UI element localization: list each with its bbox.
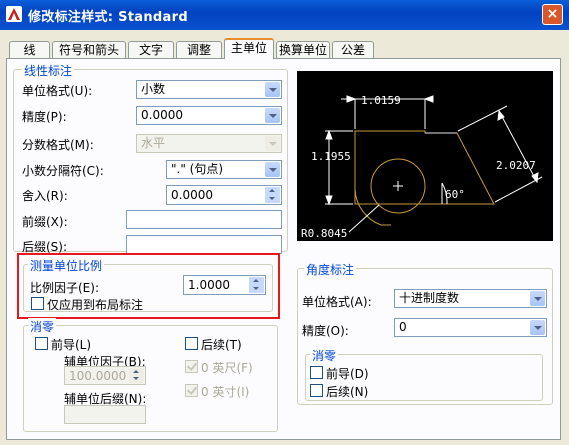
trailing-zero-label: 后续(T)	[201, 338, 242, 352]
preview-fillet	[354, 188, 391, 226]
sub-unit-factor-spinner: 100.0000	[64, 366, 146, 385]
dimension-preview: 1.0159 1.1955 2.0207 60° R0.8045	[297, 71, 553, 241]
chevron-down-icon	[265, 162, 280, 177]
suffix-input[interactable]	[126, 235, 282, 254]
title-bar: 修改标注样式: Standard ×	[0, 0, 569, 30]
chevron-down-icon	[530, 291, 545, 306]
zero-feet-checkbox	[185, 360, 198, 373]
tab-fit[interactable]: 调整	[176, 41, 222, 58]
fraction-format-label: 分数格式(M):	[22, 138, 94, 152]
tab-symbols-arrows[interactable]: 符号和箭头	[52, 41, 126, 58]
dim-angle-text: 60°	[445, 188, 465, 201]
close-icon: ×	[546, 6, 559, 22]
spin-down-icon[interactable]	[265, 195, 280, 203]
roundoff-spinner[interactable]: 0.0000	[166, 185, 282, 205]
angular-leading-label: 前导(D)	[326, 367, 369, 381]
zero-feet-label: 0 英尺(F)	[201, 361, 253, 375]
angular-trailing-checkbox[interactable]	[310, 384, 323, 397]
angular-dimensions-title: 角度标注	[304, 261, 357, 278]
leading-zero-checkbox[interactable]	[35, 337, 48, 350]
tab-alternate-units[interactable]: 换算单位	[276, 41, 330, 58]
prefix-label: 前缀(X):	[22, 215, 68, 229]
window-title: 修改标注样式: Standard	[28, 10, 188, 25]
autocad-app-icon	[6, 6, 22, 22]
zero-suppression-title: 消零	[28, 318, 57, 335]
angular-precision-label: 精度(O):	[302, 324, 349, 338]
chevron-down-icon	[530, 320, 545, 335]
zero-inches-label: 0 英寸(I)	[201, 385, 250, 399]
fraction-format-select: 水平	[136, 134, 282, 153]
unit-format-label: 单位格式(U):	[22, 84, 93, 98]
unit-format-select[interactable]: 小数	[136, 80, 282, 99]
angular-zero-suppression-title: 消零	[310, 347, 339, 364]
dim-top-text: 1.0159	[361, 94, 401, 107]
angular-leading-checkbox[interactable]	[310, 366, 323, 379]
tab-tolerances[interactable]: 公差	[332, 41, 374, 58]
prefix-input[interactable]	[126, 210, 282, 229]
roundoff-label: 舍入(R):	[22, 189, 68, 203]
angular-trailing-label: 后续(N)	[326, 385, 369, 399]
leading-zero-label: 前导(L)	[51, 338, 92, 352]
decimal-separator-label: 小数分隔符(C):	[22, 164, 104, 178]
trailing-zero-checkbox[interactable]	[185, 337, 198, 350]
spin-down-icon	[129, 375, 144, 383]
angular-unit-format-select[interactable]: 十进制度数	[394, 289, 547, 308]
decimal-separator-select[interactable]: "." (句点)	[166, 160, 282, 179]
precision-label: 精度(P):	[22, 110, 67, 124]
highlight-box	[17, 253, 280, 319]
chevron-down-icon	[265, 136, 280, 151]
precision-select[interactable]: 0.0000	[136, 106, 282, 125]
tab-text[interactable]: 文字	[128, 41, 174, 58]
angular-unit-format-label: 单位格式(A):	[302, 295, 372, 309]
spin-up-icon[interactable]	[265, 187, 280, 195]
angular-precision-select[interactable]: 0	[394, 318, 547, 337]
dim-right-text: 2.0207	[496, 159, 536, 172]
chevron-down-icon	[265, 82, 280, 97]
zero-inches-checkbox	[185, 384, 198, 397]
close-button[interactable]: ×	[542, 4, 563, 25]
linear-dimensions-title: 线性标注	[22, 62, 75, 79]
tab-lines[interactable]: 线	[9, 41, 50, 58]
dim-left-text: 1.1955	[311, 150, 351, 163]
dim-radius-text: R0.8045	[301, 227, 347, 240]
sub-unit-suffix-input	[64, 405, 146, 424]
tab-primary-units[interactable]: 主单位	[224, 38, 274, 59]
chevron-down-icon	[265, 108, 280, 123]
